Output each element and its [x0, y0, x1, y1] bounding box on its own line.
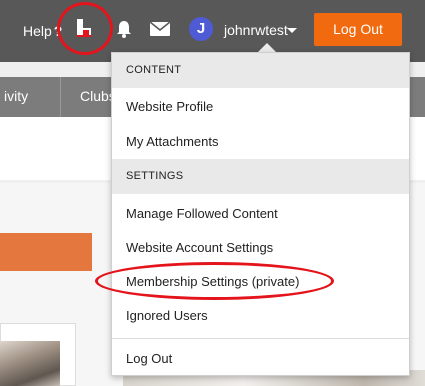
- bell-icon[interactable]: [116, 20, 132, 38]
- nav-divider: [60, 77, 61, 117]
- mail-icon[interactable]: [150, 22, 170, 36]
- help-link[interactable]: Help?: [23, 23, 62, 39]
- highlight-oval-membership-settings: [95, 262, 334, 300]
- orange-banner: [0, 233, 92, 271]
- avatar[interactable]: J: [189, 17, 213, 41]
- section-header-settings: SETTINGS: [112, 159, 409, 194]
- username-label[interactable]: johnrwtest: [224, 22, 288, 38]
- nav-tab-activity[interactable]: ivity: [4, 88, 28, 104]
- menu-divider: [112, 338, 409, 339]
- card-photo: [0, 341, 60, 386]
- logout-button[interactable]: Log Out: [314, 13, 402, 46]
- menu-item-website-profile[interactable]: Website Profile: [126, 99, 213, 114]
- chevron-down-icon[interactable]: [287, 28, 297, 33]
- menu-item-manage-followed-content[interactable]: Manage Followed Content: [126, 206, 278, 221]
- section-header-content: CONTENT: [112, 53, 409, 88]
- menu-item-log-out[interactable]: Log Out: [126, 351, 172, 366]
- user-menu-dropdown: CONTENT Website Profile My Attachments S…: [111, 52, 410, 376]
- highlight-oval-brand-icon: [57, 2, 113, 55]
- help-label: Help: [23, 23, 52, 39]
- menu-item-my-attachments[interactable]: My Attachments: [126, 134, 218, 149]
- menu-item-ignored-users[interactable]: Ignored Users: [126, 308, 208, 323]
- menu-item-website-account-settings[interactable]: Website Account Settings: [126, 240, 273, 255]
